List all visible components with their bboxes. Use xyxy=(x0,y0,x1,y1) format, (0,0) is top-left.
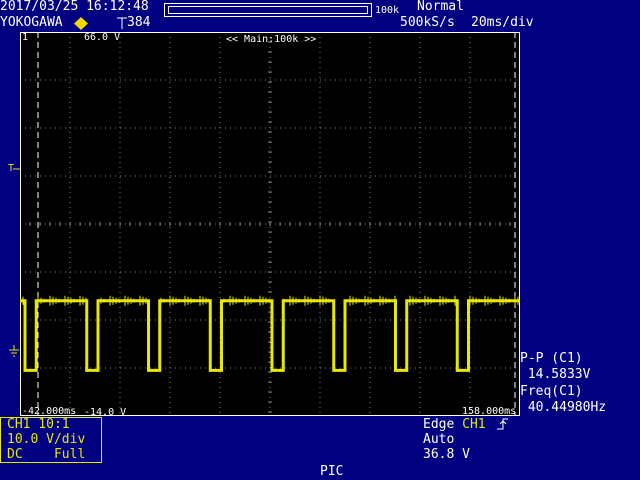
trigger-line3: 36.8 V xyxy=(423,447,470,462)
left-time: -42.000ms xyxy=(22,406,77,417)
channel-line2: 10.0 V/div xyxy=(7,432,86,447)
channel-line1: CH1 10:1 xyxy=(7,417,70,432)
timebase: 20ms/div xyxy=(471,16,534,30)
brand: YOKOGAWA xyxy=(0,15,63,30)
freq-value: 40.44980Hz xyxy=(520,400,607,415)
acquisition-mode: Normal xyxy=(417,0,464,14)
zoom-label: 100k xyxy=(375,5,400,16)
footer-label: PIC xyxy=(320,464,344,479)
trigger-line2: Auto xyxy=(423,432,455,447)
datetime: 2017/03/25 16:12:48 xyxy=(0,0,149,14)
zoom-position-bar[interactable] xyxy=(164,3,372,17)
sample-rate: 500kS/s xyxy=(400,15,455,30)
channel-line3: DC Full xyxy=(7,447,86,462)
zoom-window xyxy=(168,6,368,14)
trigger-line1: Edge CH1 xyxy=(423,418,486,432)
upper-voltage: 66.0 V xyxy=(84,32,121,43)
trigger-level-arrow-icon xyxy=(13,168,20,170)
main-label: << Main:100k >> xyxy=(226,34,317,45)
diamond-icon xyxy=(74,17,88,30)
record-length: 384 xyxy=(127,15,151,30)
freq-label: Freq(C1) xyxy=(520,384,583,399)
waveform-svg xyxy=(20,32,520,416)
waveform-trace xyxy=(20,299,520,372)
timebase-text: 20ms/div xyxy=(471,15,534,30)
pp-value: 14.5833V xyxy=(520,367,591,382)
right-time: 158.000ms xyxy=(462,406,517,417)
pp-label: P-P (C1) xyxy=(520,351,583,366)
rising-edge-icon xyxy=(497,418,508,430)
ground-icon xyxy=(9,345,19,357)
channel-marker: 1 xyxy=(22,32,29,43)
waveform-display[interactable]: 1 66.0 V << Main:100k >> -42.000ms -14.0… xyxy=(20,32,520,418)
trigger-type: Edge xyxy=(423,417,463,432)
trigger-channel: CH1 xyxy=(462,417,486,432)
